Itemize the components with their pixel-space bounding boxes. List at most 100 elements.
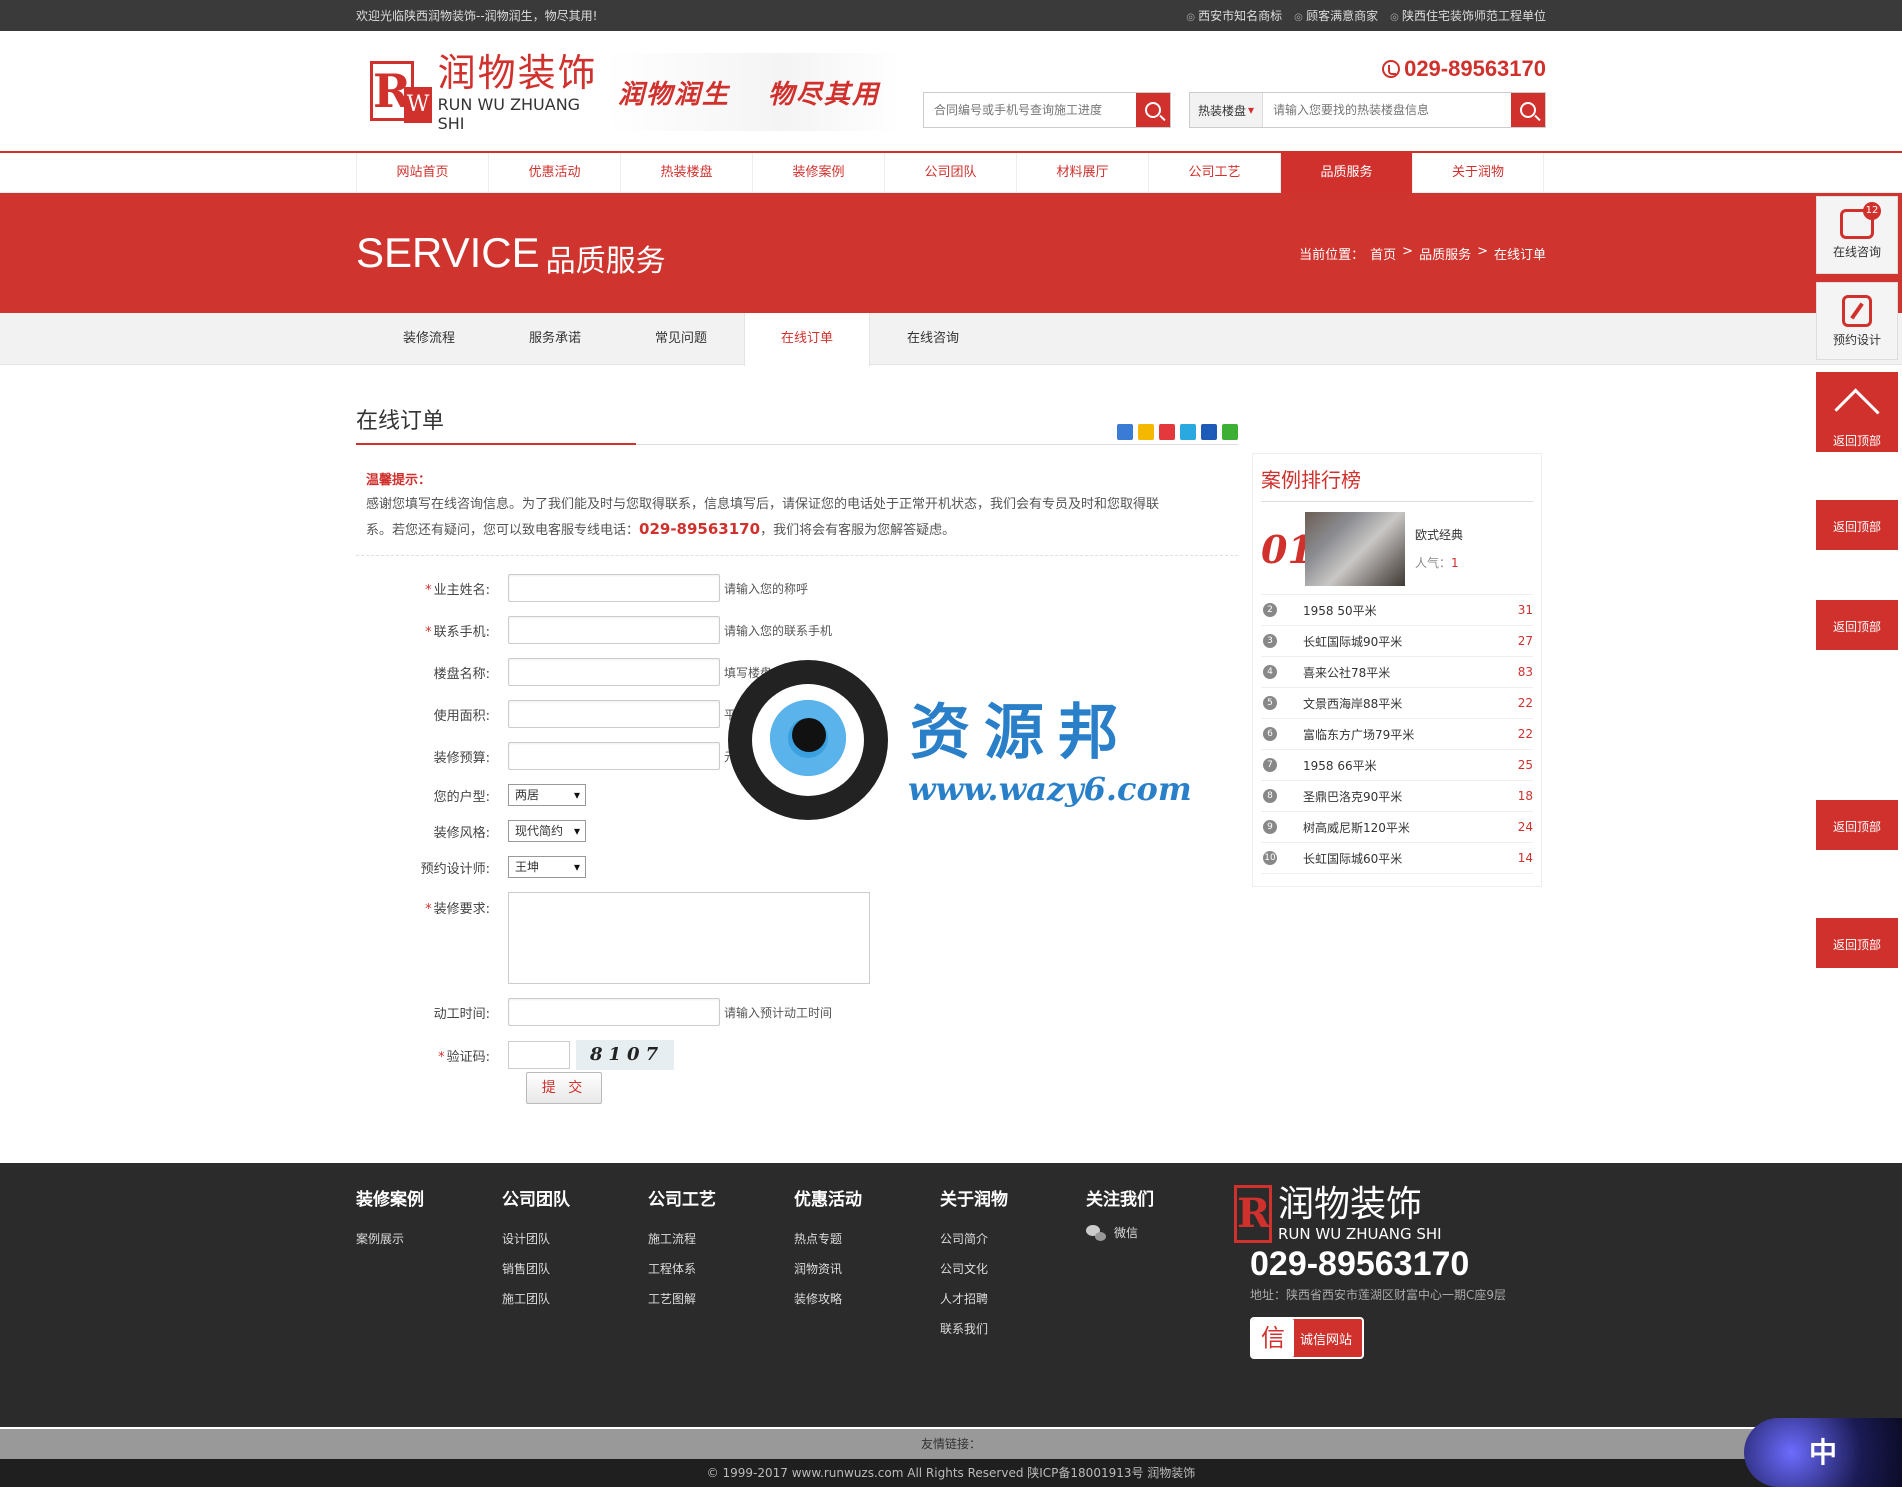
rank-case-name: 1958 66平米 [1303, 758, 1377, 773]
ranking-row[interactable]: 5 文景西海岸88平米 22 [1261, 688, 1533, 719]
back-to-top-button[interactable]: 返回顶部 [1816, 372, 1898, 452]
owner-name-input[interactable] [508, 574, 720, 602]
back-to-top-button-5[interactable]: 返回顶部 [1816, 918, 1898, 968]
ranking-row[interactable]: 8 圣鼎巴洛克90平米 18 [1261, 781, 1533, 812]
footer-link[interactable]: 装修攻略 [794, 1284, 940, 1314]
chat-badge: 12 [1863, 202, 1881, 220]
footer-link[interactable]: 联系我们 [940, 1314, 1086, 1344]
nav-hot-estates[interactable]: 热装楼盘 [620, 153, 752, 193]
rank-number: 7 [1263, 758, 1277, 772]
footer-link[interactable]: 公司文化 [940, 1254, 1086, 1284]
style-select[interactable]: 现代简约 [508, 820, 586, 842]
mobile-input[interactable] [508, 616, 720, 644]
footer-contact: R 润物装饰 RUN WU ZHUANG SHI 029-89563170 地址… [1234, 1185, 1506, 1359]
footer-link[interactable]: 工艺图解 [648, 1284, 794, 1314]
footer-link[interactable]: 设计团队 [502, 1224, 648, 1254]
estate-search-input[interactable] [1263, 93, 1511, 127]
share-renren-icon[interactable] [1201, 424, 1217, 440]
ranking-row[interactable]: 3 长虹国际城90平米 27 [1261, 626, 1533, 657]
footer-link[interactable]: 案例展示 [356, 1224, 502, 1254]
area-input[interactable] [508, 700, 720, 728]
rank-number: 9 [1263, 820, 1277, 834]
captcha-image[interactable]: 8107 [576, 1040, 674, 1070]
pen-icon [1842, 295, 1872, 327]
ranking-top-item[interactable]: 01 欧式经典 人气：1 [1261, 502, 1533, 595]
breadcrumb-current[interactable]: 在线订单 [1494, 244, 1546, 263]
top-case-name: 欧式经典 [1415, 528, 1464, 542]
back-to-top-button-2[interactable]: 返回顶部 [1816, 500, 1898, 550]
breadcrumb-home[interactable]: 首页 [1370, 244, 1396, 263]
credit-icon: 信 [1252, 1319, 1294, 1357]
submit-button[interactable]: 提 交 [526, 1072, 602, 1104]
estate-search-select[interactable]: 热装楼盘 [1189, 93, 1263, 127]
share-more-icon[interactable] [1117, 424, 1133, 440]
house-type-select[interactable]: 两居 [508, 784, 586, 806]
sub-nav: 装修流程 服务承诺 常见问题 在线订单 在线咨询 [0, 313, 1902, 366]
footer-link[interactable]: 公司简介 [940, 1224, 1086, 1254]
requirements-textarea[interactable] [508, 892, 870, 984]
subnav-consult[interactable]: 在线咨询 [870, 313, 996, 365]
nav-craft[interactable]: 公司工艺 [1148, 153, 1280, 193]
case-thumbnail[interactable] [1305, 512, 1405, 586]
wechat-link[interactable]: 微信 [1086, 1224, 1232, 1241]
footer-link[interactable]: 工程体系 [648, 1254, 794, 1284]
estate-search-button[interactable] [1511, 93, 1545, 127]
designer-select[interactable]: 王坤 [508, 856, 586, 878]
site-logo[interactable]: R W 润物装饰 RUN WU ZHUANG SHI [370, 51, 600, 133]
rank-views: 24 [1517, 820, 1533, 834]
share-wechat-icon[interactable] [1222, 424, 1238, 440]
ranking-row[interactable]: 9 树高威尼斯120平米 24 [1261, 812, 1533, 843]
notice-phone: 029-89563170 [639, 520, 761, 538]
nav-cases[interactable]: 装修案例 [752, 153, 884, 193]
nav-team[interactable]: 公司团队 [884, 153, 1016, 193]
float-chat-button[interactable]: 12 在线咨询 [1816, 196, 1898, 274]
ranking-row[interactable]: 7 1958 66平米 25 [1261, 750, 1533, 781]
ime-indicator[interactable]: 中 [1744, 1418, 1902, 1487]
welcome-text: 欢迎光临陕西润物装饰--润物润生，物尽其用! [356, 9, 598, 23]
subnav-promise[interactable]: 服务承诺 [492, 313, 618, 365]
nav-about[interactable]: 关于润物 [1412, 153, 1544, 193]
nav-promotions[interactable]: 优惠活动 [488, 153, 620, 193]
rank-number: 3 [1263, 634, 1277, 648]
footer-link[interactable]: 热点专题 [794, 1224, 940, 1254]
footer-link[interactable]: 人才招聘 [940, 1284, 1086, 1314]
ranking-row[interactable]: 2 1958 50平米 31 [1261, 595, 1533, 626]
progress-search-button[interactable] [1135, 93, 1170, 127]
nav-home[interactable]: 网站首页 [356, 153, 488, 193]
ranking-row[interactable]: 4 喜来公社78平米 83 [1261, 657, 1533, 688]
back-to-top-button-3[interactable]: 返回顶部 [1816, 600, 1898, 650]
nav-materials[interactable]: 材料展厅 [1016, 153, 1148, 193]
float-design-button[interactable]: 预约设计 [1816, 282, 1898, 360]
footer-phone: 029-89563170 [1250, 1245, 1470, 1283]
estate-name-input[interactable] [508, 658, 720, 686]
banner-title-cn: 品质服务 [545, 244, 666, 279]
footer-link[interactable]: 施工流程 [648, 1224, 794, 1254]
footer-link[interactable]: 销售团队 [502, 1254, 648, 1284]
slogan: 润物润生 物尽其用 [606, 53, 902, 131]
rank-views: 14 [1517, 851, 1533, 865]
subnav-process[interactable]: 装修流程 [366, 313, 492, 365]
credit-site-badge[interactable]: 信 诚信网站 [1250, 1317, 1364, 1359]
share-tqq-icon[interactable] [1180, 424, 1196, 440]
header-phone: 029-89563170 [1382, 56, 1546, 82]
subnav-order[interactable]: 在线订单 [744, 313, 870, 366]
share-weibo-icon[interactable] [1159, 424, 1175, 440]
back-to-top-button-4[interactable]: 返回顶部 [1816, 800, 1898, 850]
share-qzone-icon[interactable] [1138, 424, 1154, 440]
page-banner: SERVICE 品质服务 当前位置： 首页 > 品质服务 > 在线订单 [0, 193, 1902, 313]
footer-link[interactable]: 施工团队 [502, 1284, 648, 1314]
nav-service[interactable]: 品质服务 [1280, 153, 1412, 193]
breadcrumb-service[interactable]: 品质服务 [1419, 244, 1471, 263]
subnav-faq[interactable]: 常见问题 [618, 313, 744, 365]
ranking-row[interactable]: 10 长虹国际城60平米 14 [1261, 843, 1533, 874]
badge-1: 西安市知名商标 [1186, 7, 1282, 24]
progress-search-input[interactable] [923, 93, 1136, 127]
start-time-input[interactable] [508, 998, 720, 1026]
ranking-row[interactable]: 6 富临东方广场79平米 22 [1261, 719, 1533, 750]
rank-case-name: 长虹国际城60平米 [1303, 851, 1403, 866]
arrow-up-icon [1834, 388, 1880, 434]
footer-link[interactable]: 润物资讯 [794, 1254, 940, 1284]
captcha-input[interactable] [508, 1041, 570, 1069]
logo-mark: R W [370, 61, 432, 123]
budget-input[interactable] [508, 742, 720, 770]
